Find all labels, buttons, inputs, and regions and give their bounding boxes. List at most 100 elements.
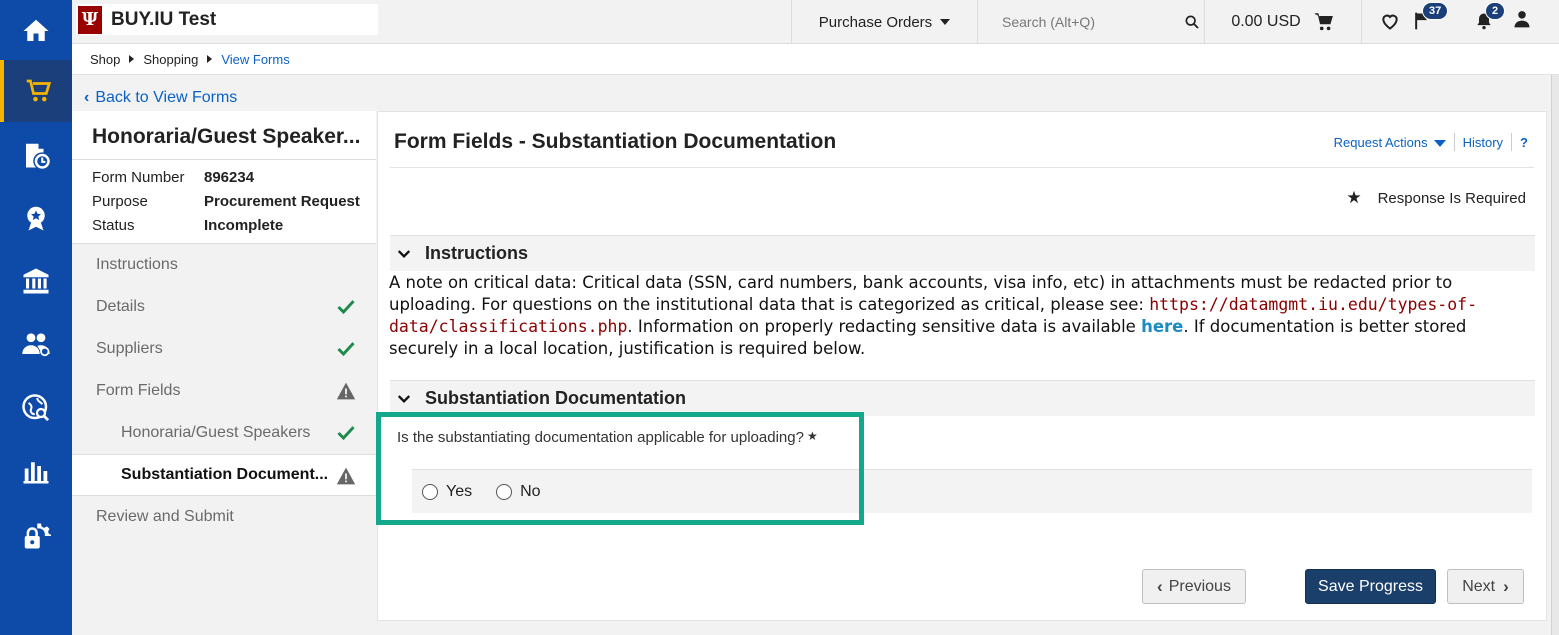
meta-value: 896234: [204, 168, 255, 186]
rail-reports[interactable]: [0, 440, 72, 502]
request-actions-menu[interactable]: Request Actions: [1334, 135, 1446, 150]
divider: [390, 167, 1534, 168]
rail-orders[interactable]: [0, 124, 72, 186]
bar-chart-icon: [23, 462, 49, 484]
user-icon[interactable]: [1512, 9, 1532, 29]
instructions-text: A note on critical data: Critical data (…: [389, 272, 1539, 360]
nav-item-label: Details: [96, 298, 145, 315]
chevron-down-icon: [397, 394, 411, 403]
history-link[interactable]: History: [1463, 135, 1503, 150]
form-title: Honoraria/Guest Speaker...: [72, 111, 376, 159]
meta-row: Purpose Procurement Request: [92, 189, 376, 213]
highlight-box: [376, 412, 864, 525]
meta-value: Procurement Request: [204, 192, 360, 210]
next-label: Next: [1462, 577, 1496, 595]
brand[interactable]: Ψ BUY.IU Test: [76, 4, 378, 35]
meta-key: Form Number: [92, 168, 185, 186]
meta-key: Purpose: [92, 192, 148, 210]
previous-button[interactable]: ‹ Previous: [1142, 569, 1246, 604]
required-legend: ★ Response Is Required: [1346, 188, 1526, 208]
home-icon: [23, 19, 49, 41]
substantiation-section-header[interactable]: Substantiation Documentation: [390, 380, 1535, 416]
nav-item-label: Suppliers: [96, 340, 163, 357]
instructions-header-label: Instructions: [425, 243, 529, 263]
meta-key: Status: [92, 216, 135, 234]
heart-icon[interactable]: [1380, 11, 1400, 31]
back-to-view-forms-link[interactable]: ‹ Back to View Forms: [84, 89, 237, 107]
nav-item-label: Substantiation Document...: [121, 466, 329, 483]
rail-shop[interactable]: [0, 60, 72, 122]
nav-item-label: Instructions: [96, 256, 178, 273]
meta-value: Incomplete: [204, 216, 284, 234]
cart-summary[interactable]: 0.00 USD: [1204, 0, 1361, 44]
next-button[interactable]: Next ›: [1447, 569, 1524, 604]
breadcrumb-shopping[interactable]: Shopping: [143, 52, 198, 67]
nav-item-substantiation[interactable]: Substantiation Document...: [72, 454, 376, 496]
bank-icon: [23, 268, 49, 294]
warning-icon: [336, 467, 356, 485]
previous-label: Previous: [1168, 577, 1231, 595]
rail-settings[interactable]: [0, 505, 72, 567]
warning-icon: [336, 382, 356, 400]
chevron-right-icon: ›: [1503, 576, 1509, 596]
orders-clock-icon: [26, 143, 50, 169]
purchase-orders-label: Purchase Orders: [818, 13, 933, 31]
form-section-nav: Instructions Details Suppliers Form Fiel…: [72, 244, 376, 538]
breadcrumb-shop[interactable]: Shop: [90, 52, 120, 67]
form-sidebar: Honoraria/Guest Speaker... Form Number 8…: [72, 111, 376, 538]
breadcrumb-view-forms[interactable]: View Forms: [221, 52, 289, 67]
save-progress-label: Save Progress: [1318, 577, 1423, 595]
users-icon: [22, 333, 50, 357]
scrollbar[interactable]: [1551, 75, 1559, 635]
instructions-text-part: . Information on properly redacting sens…: [627, 317, 1142, 336]
breadcrumb: Shop Shopping View Forms: [72, 44, 1559, 75]
chevron-left-icon: ‹: [1157, 576, 1163, 596]
nav-item-details[interactable]: Details: [72, 286, 376, 328]
nav-item-suppliers[interactable]: Suppliers: [72, 328, 376, 370]
header-actions: Request Actions History ?: [1334, 133, 1528, 151]
instructions-section-header[interactable]: Instructions: [390, 235, 1535, 271]
top-bar: Ψ BUY.IU Test Purchase Orders 0.00 USD 3…: [72, 0, 1559, 44]
nav-item-form-fields[interactable]: Form Fields: [72, 370, 376, 412]
required-star-icon: ★: [1346, 188, 1362, 207]
globe-search-icon: [22, 394, 50, 422]
rail-globe[interactable]: [0, 377, 72, 439]
search-input[interactable]: [1002, 14, 1172, 30]
check-icon: [337, 426, 355, 441]
award-icon: [27, 206, 45, 231]
search-box: [977, 0, 1204, 44]
rail-home[interactable]: [0, 0, 72, 62]
rail-users[interactable]: [0, 313, 72, 375]
check-icon: [337, 300, 355, 315]
divider: [1511, 133, 1513, 151]
breadcrumb-caret-icon: [207, 55, 213, 63]
nav-item-label: Review and Submit: [96, 508, 234, 525]
check-icon: [337, 342, 355, 357]
substantiation-header-label: Substantiation Documentation: [425, 388, 686, 408]
rail-awards[interactable]: [0, 187, 72, 249]
back-link-label: Back to View Forms: [95, 89, 238, 106]
form-meta: Form Number 896234 Purpose Procurement R…: [72, 159, 376, 244]
settings-lock-icon: [24, 523, 51, 549]
chevron-down-icon: [397, 249, 411, 258]
rail-bank[interactable]: [0, 250, 72, 312]
chevron-down-icon: [1433, 139, 1446, 147]
redacting-here-link[interactable]: here: [1141, 317, 1183, 336]
save-progress-button[interactable]: Save Progress: [1305, 569, 1436, 604]
nav-item-honoraria[interactable]: Honoraria/Guest Speakers: [72, 412, 376, 454]
divider: [1453, 133, 1455, 151]
search-icon[interactable]: [1184, 14, 1200, 30]
cart-icon: [26, 79, 52, 102]
meta-row: Status Incomplete: [92, 213, 376, 237]
required-label: Response Is Required: [1377, 189, 1526, 207]
cart-total: 0.00 USD: [1231, 13, 1301, 30]
top-icons: 37 2: [1361, 0, 1559, 44]
nav-item-instructions[interactable]: Instructions: [72, 244, 376, 286]
help-link[interactable]: ?: [1520, 135, 1528, 150]
chevron-left-icon: ‹: [84, 89, 90, 106]
nav-item-review-submit[interactable]: Review and Submit: [72, 496, 376, 538]
brand-name: BUY.IU Test: [111, 8, 217, 30]
bell-badge: 2: [1485, 2, 1506, 20]
nav-item-label: Form Fields: [96, 382, 181, 399]
purchase-orders-menu[interactable]: Purchase Orders: [791, 0, 977, 44]
